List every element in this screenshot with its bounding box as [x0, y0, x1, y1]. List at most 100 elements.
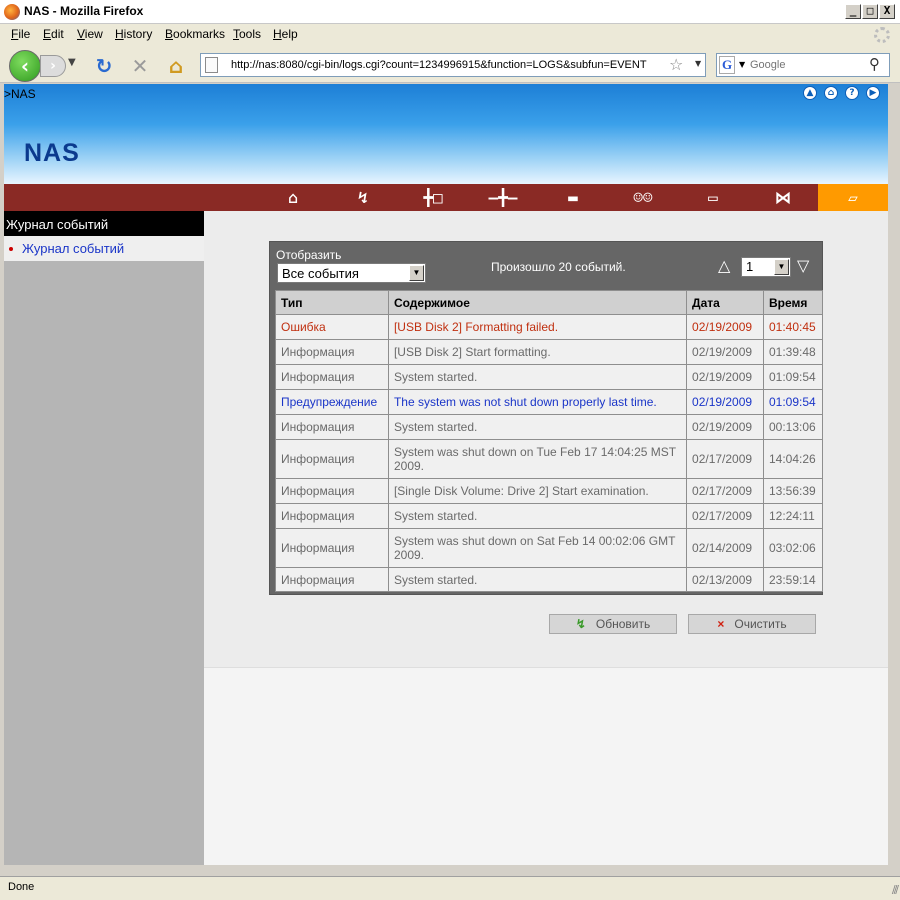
refresh-button[interactable]: ↯ Обновить: [549, 614, 677, 634]
table-row: Информация [Single Disk Volume: Drive 2] …: [275, 478, 824, 504]
main-nav-bar: ⌂ ↯ ╋□ —╋— ▬ ☺☺ ▭ ⋈ ▱: [4, 184, 888, 211]
table-row: Информация System started. 02/13/2009 23:59…: [275, 567, 824, 592]
filter-label: Отобразить: [276, 248, 342, 262]
table-row: Ошибка [USB Disk 2] Formatting failed. 02/…: [275, 314, 824, 340]
prev-page-icon[interactable]: △: [718, 256, 730, 275]
menu-bar: File Edit View History Bookmarks Tools H…: [0, 24, 900, 45]
cell-content: System started.: [387, 364, 688, 390]
cell-time: 01:09:54: [762, 364, 824, 390]
nav-folder-icon[interactable]: ▭: [681, 184, 745, 211]
cell-date: 02/14/2009: [686, 528, 764, 568]
stop-icon[interactable]: ✕: [126, 52, 154, 80]
cell-date: 02/19/2009: [686, 389, 764, 415]
url-text[interactable]: http://nas:8080/cgi-bin/logs.cgi?count=1…: [231, 59, 647, 71]
minimize-button[interactable]: _: [845, 4, 861, 19]
cell-type: Информация: [275, 528, 389, 568]
cell-time: 01:09:54: [762, 389, 824, 415]
cell-date: 02/17/2009: [686, 439, 764, 479]
nav-storage-icon[interactable]: ▬: [541, 184, 605, 211]
table-row: Информация System was shut down on Tue Fe…: [275, 439, 824, 479]
cell-time: 01:40:45: [762, 314, 824, 340]
refresh-label: Обновить: [595, 617, 651, 631]
nav-users-icon[interactable]: ☺☺: [611, 184, 675, 211]
throbber-icon: [874, 27, 890, 43]
menu-tools[interactable]: Tools: [233, 27, 261, 41]
menu-history[interactable]: History: [115, 27, 152, 41]
reload-icon[interactable]: ↻: [90, 52, 118, 80]
column-header-time: Время: [762, 290, 824, 315]
cell-type: Информация: [275, 439, 389, 479]
search-icon[interactable]: ⚲: [869, 55, 880, 73]
cell-content: System was shut down on Sat Feb 14 00:02…: [387, 528, 688, 568]
column-header-content: Содержимое: [387, 290, 688, 315]
help-icon[interactable]: ?: [845, 86, 859, 100]
logout-icon[interactable]: ▶: [866, 86, 880, 100]
event-count-text: Произошло 20 событий.: [491, 260, 626, 274]
table-header-row: Тип Содержимое Дата Время: [275, 290, 824, 315]
clear-label: Очистить: [734, 617, 787, 631]
next-page-icon[interactable]: ▽: [797, 256, 809, 275]
menu-bookmarks[interactable]: Bookmarks: [165, 27, 225, 41]
address-bar[interactable]: http://nas:8080/cgi-bin/logs.cgi?count=1…: [200, 53, 706, 77]
sidebar: Журнал событий Журнал событий: [4, 211, 204, 865]
forward-button[interactable]: ›: [40, 55, 66, 77]
back-button[interactable]: ‹: [9, 50, 41, 82]
search-bar[interactable]: G ▼ ⚲: [716, 53, 890, 77]
google-engine-icon[interactable]: G: [719, 56, 735, 74]
table-row: Предупреждение The system was not shut do…: [275, 389, 824, 415]
menu-view[interactable]: View: [77, 27, 103, 41]
home-circle-icon[interactable]: ⌂: [824, 86, 838, 100]
url-dropdown-icon[interactable]: ▼: [695, 59, 701, 68]
cell-type: Информация: [275, 503, 389, 529]
cell-type: Предупреждение: [275, 389, 389, 415]
event-filter-select[interactable]: Все события ▼: [277, 263, 426, 283]
menu-file[interactable]: File: [11, 27, 30, 41]
nav-plug-icon[interactable]: ╋□: [401, 184, 465, 211]
filter-value: Все события: [282, 266, 359, 281]
table-row: Информация System was shut down on Sat Fe…: [275, 528, 824, 568]
menu-help[interactable]: Help: [273, 27, 298, 41]
nav-home-icon[interactable]: ⌂: [261, 184, 325, 211]
cell-type: Информация: [275, 339, 389, 365]
up-arrow-icon[interactable]: ▲: [803, 86, 817, 100]
chevron-down-icon[interactable]: ▼: [774, 259, 789, 275]
cell-time: 01:39:48: [762, 339, 824, 365]
maximize-button[interactable]: □: [862, 4, 878, 19]
search-input[interactable]: [750, 57, 868, 73]
menu-edit[interactable]: Edit: [43, 27, 64, 41]
clear-icon: ×: [717, 617, 725, 631]
chevron-down-icon[interactable]: ▼: [409, 265, 424, 281]
home-icon[interactable]: ⌂: [162, 52, 190, 80]
page-value: 1: [746, 259, 754, 274]
resize-grip-icon[interactable]: ∕∕∕: [892, 883, 899, 896]
close-button[interactable]: X: [879, 4, 895, 19]
cell-date: 02/13/2009: [686, 567, 764, 592]
nav-logs-icon[interactable]: ▱: [818, 184, 888, 211]
event-log-panel: Отобразить Все события ▼ Произошло 20 со…: [269, 241, 824, 595]
engine-dropdown-icon[interactable]: ▼: [739, 60, 745, 69]
nav-network-icon[interactable]: —╋—: [471, 184, 535, 211]
sidebar-heading: Журнал событий: [4, 211, 204, 236]
cell-date: 02/19/2009: [686, 339, 764, 365]
cell-time: 00:13:06: [762, 414, 824, 440]
bookmark-star-icon[interactable]: ☆: [669, 55, 683, 74]
cell-time: 23:59:14: [762, 567, 824, 592]
nav-lightning-icon[interactable]: ↯: [331, 184, 395, 211]
cell-content: [USB Disk 2] Formatting failed.: [387, 314, 688, 340]
table-row: Информация System started. 02/19/2009 00:13…: [275, 414, 824, 440]
status-bar: Done ∕∕∕: [0, 876, 900, 900]
nav-bowtie-icon[interactable]: ⋈: [751, 184, 815, 211]
cell-time: 14:04:26: [762, 439, 824, 479]
refresh-icon: ↯: [575, 617, 586, 631]
sidebar-item-event-log[interactable]: Журнал событий: [4, 236, 204, 261]
column-header-date: Дата: [686, 290, 764, 315]
event-log-table: Тип Содержимое Дата Время Ошибка [USB Dis…: [275, 290, 824, 592]
cell-type: Информация: [275, 567, 389, 592]
clear-button[interactable]: × Очистить: [688, 614, 816, 634]
history-dropdown-icon[interactable]: ▼: [68, 57, 76, 68]
cell-content: System started.: [387, 414, 688, 440]
page-select[interactable]: 1 ▼: [741, 257, 791, 277]
cell-content: [USB Disk 2] Start formatting.: [387, 339, 688, 365]
cell-type: Информация: [275, 478, 389, 504]
cell-time: 03:02:06: [762, 528, 824, 568]
